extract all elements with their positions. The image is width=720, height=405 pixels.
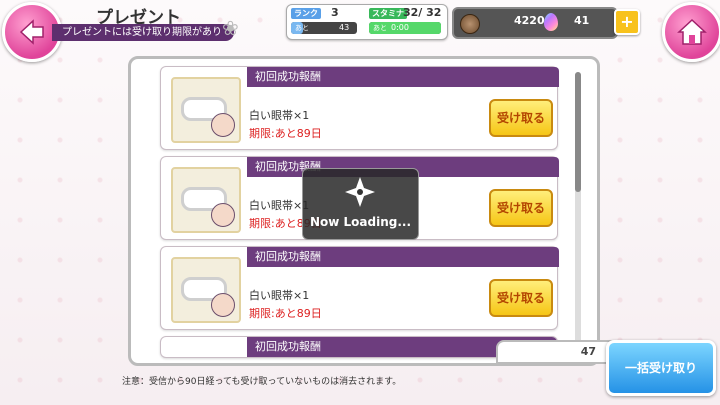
item-thumbnail xyxy=(171,167,241,233)
receive-button[interactable]: 受け取る xyxy=(489,99,553,137)
gift-card: 初回成功報酬 白い眼帯×1 期限:あと89日 受け取る xyxy=(160,246,559,330)
scroll-thumb[interactable] xyxy=(575,72,581,192)
gift-count: 47 xyxy=(496,340,618,364)
currency-panel: 4220 41 xyxy=(452,7,618,39)
bulk-receive-button[interactable]: 一括受け取り xyxy=(606,340,716,396)
coin-icon xyxy=(460,14,480,34)
stamina-value: 32/ 32 xyxy=(403,6,442,19)
item-thumbnail xyxy=(171,257,241,323)
gift-card: 初回成功報酬 白い眼帯×1 期限:あと89日 受け取る xyxy=(160,66,559,150)
back-arrow-icon xyxy=(19,19,44,45)
loading-text: Now Loading... xyxy=(309,215,412,229)
rank-value: 3 xyxy=(331,6,339,19)
page-subtitle: プレゼントには受け取り期限があり xyxy=(52,24,234,41)
rank-exp-remaining: 43 xyxy=(339,23,350,32)
loading-overlay: Now Loading... xyxy=(302,168,419,240)
stamina-time: 0:00 xyxy=(391,23,409,32)
scrollbar[interactable] xyxy=(575,72,581,344)
shuriken-icon xyxy=(345,177,375,207)
gem-icon xyxy=(544,13,558,31)
add-gems-button[interactable]: + xyxy=(614,9,640,35)
gift-item: 白い眼帯×1 xyxy=(249,289,310,302)
receive-button[interactable]: 受け取る xyxy=(489,189,553,227)
home-button[interactable] xyxy=(662,2,720,62)
flower-icon: ❀ xyxy=(222,16,239,40)
gift-limit: 期限:あと89日 xyxy=(249,307,322,320)
item-thumbnail xyxy=(171,77,241,143)
character-icon xyxy=(211,203,235,227)
gift-item: 白い眼帯×1 xyxy=(249,199,310,212)
stamina-next-label: あと xyxy=(373,24,387,32)
page-title: プレゼント xyxy=(96,8,181,28)
gift-title: 初回成功報酬 xyxy=(247,247,559,267)
notice-text: 注意：受信から90日経っても受け取っていないものは消去されます。 xyxy=(122,377,402,387)
gift-item: 白い眼帯×1 xyxy=(249,109,310,122)
stamina-label: スタミナ xyxy=(369,8,407,19)
gift-limit: 期限:あと89日 xyxy=(249,127,322,140)
status-panel: ランク 3 あと 43 スタミナ 32/ 32 あと 0:00 xyxy=(286,4,448,40)
gem-value: 41 xyxy=(574,14,590,27)
character-icon xyxy=(211,113,235,137)
gift-title: 初回成功報酬 xyxy=(247,67,559,87)
coin-value: 4220 xyxy=(514,14,545,27)
receive-button[interactable]: 受け取る xyxy=(489,279,553,317)
home-icon xyxy=(677,18,707,45)
character-icon xyxy=(211,293,235,317)
rank-label: ランク xyxy=(291,8,321,19)
rank-next-label: あと xyxy=(295,24,309,32)
